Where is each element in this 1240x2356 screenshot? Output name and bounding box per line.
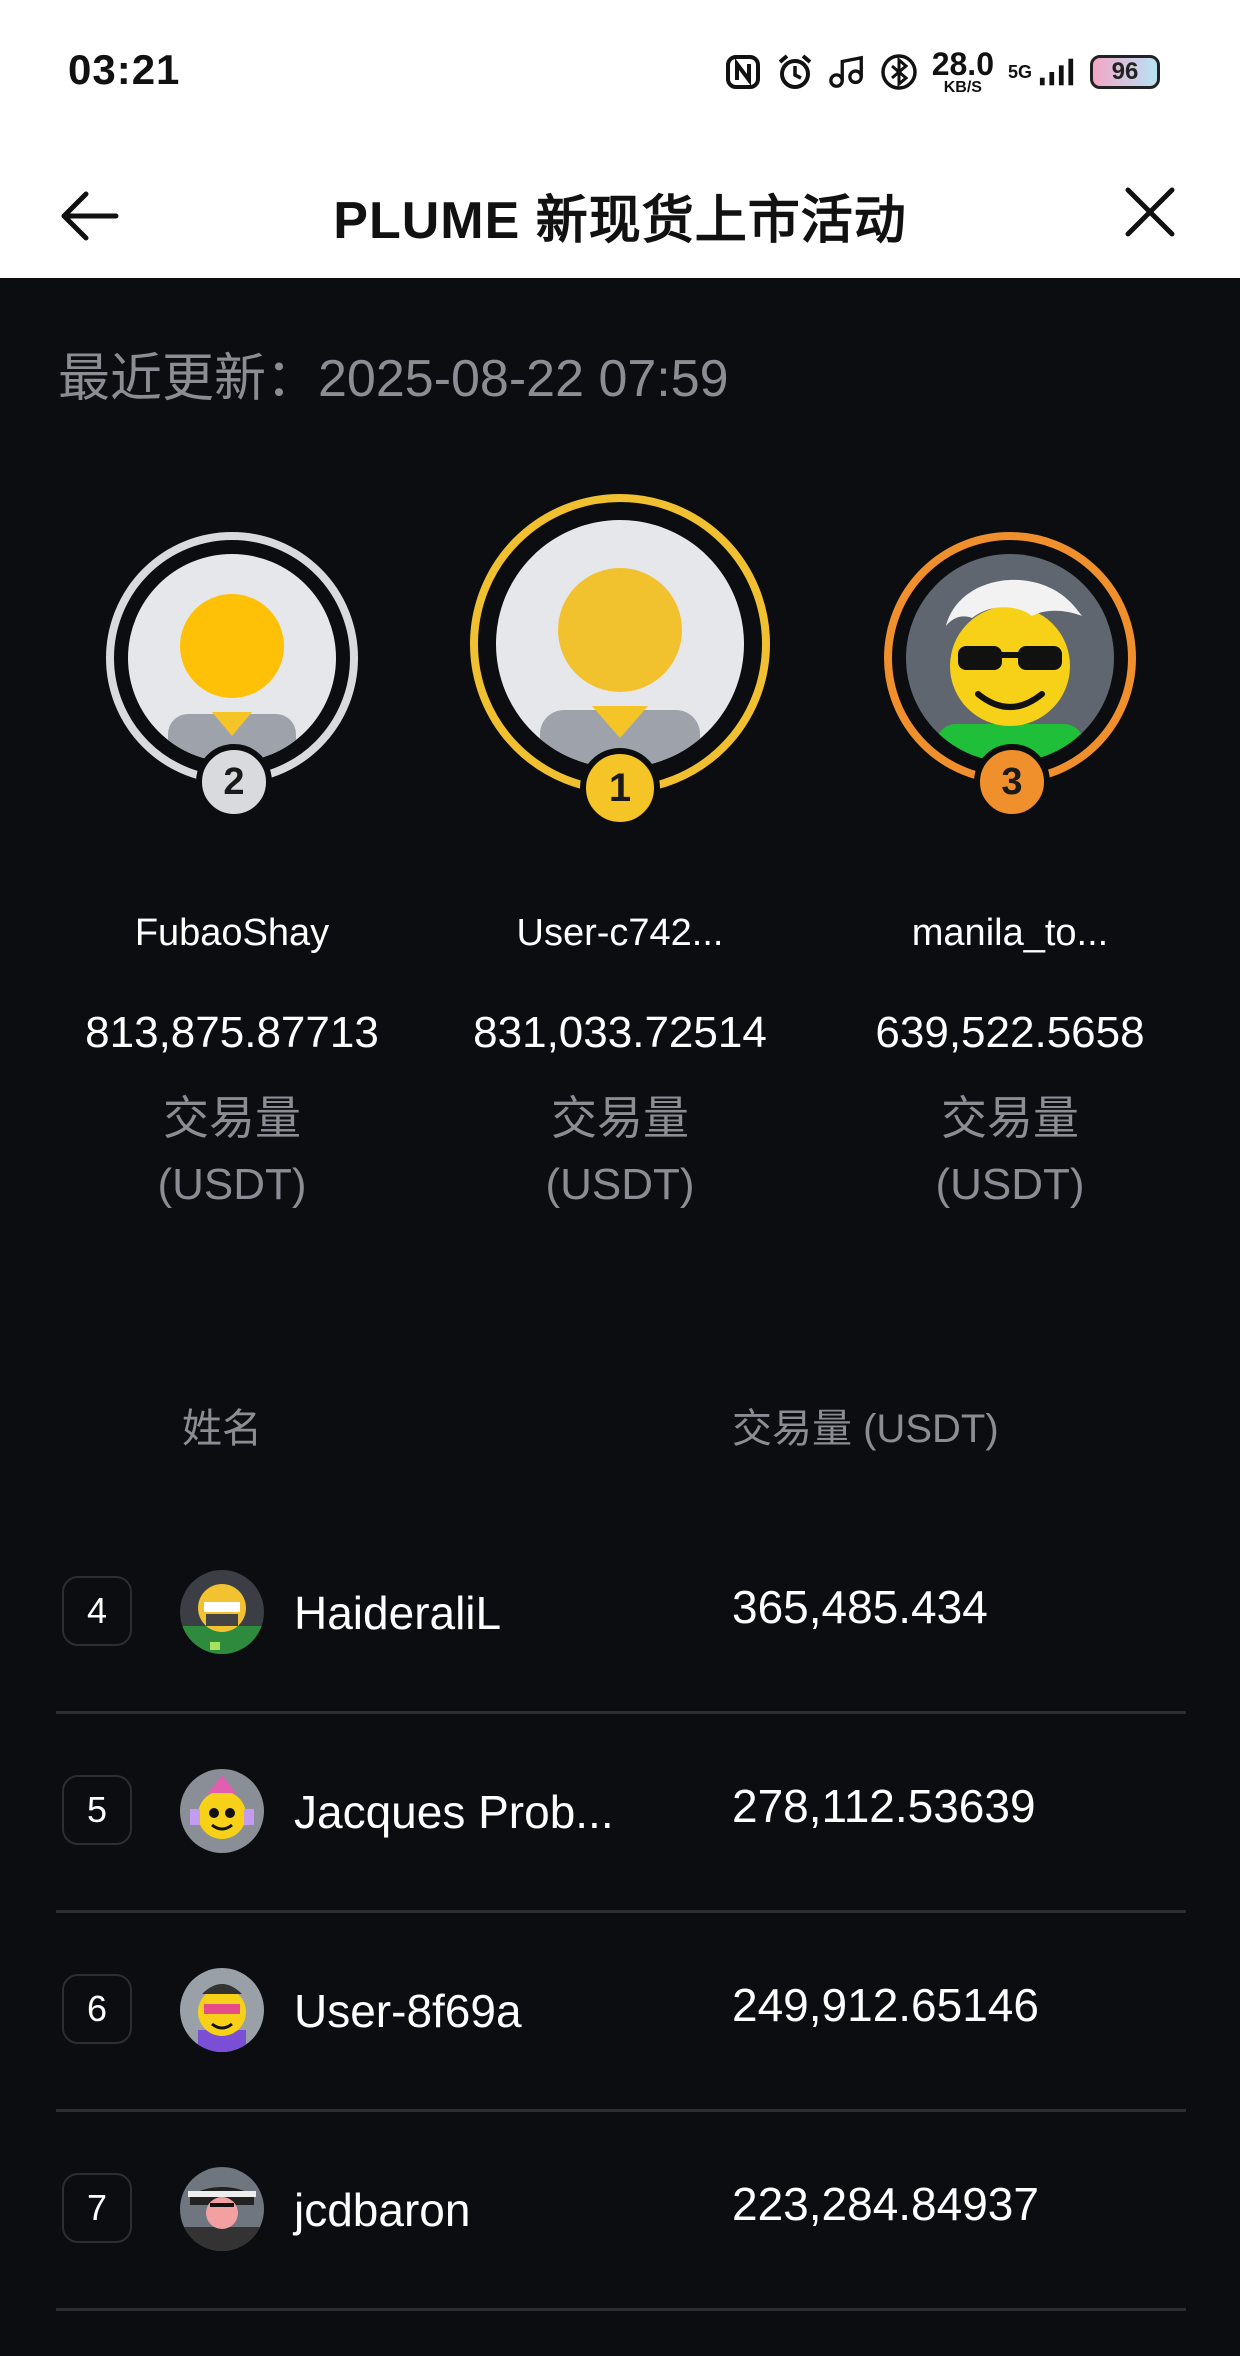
podium-volume: 813,875.87713 <box>85 1008 379 1057</box>
user-avatar <box>180 1769 264 1853</box>
rank-number: 4 <box>62 1576 132 1646</box>
podium-rank-1[interactable]: 1 User-c742... 831,033.72514 交易量 (USDT) <box>430 490 810 1220</box>
user-volume: 249,912.65146 <box>732 1979 1039 2031</box>
column-header-name: 姓名 <box>182 1407 262 1451</box>
user-name: HaideraliL <box>294 1587 502 1639</box>
user-avatar <box>180 2167 264 2251</box>
user-name: User-8f69a <box>294 1985 522 2037</box>
bluetooth-icon <box>880 53 918 91</box>
row-divider <box>56 2308 1186 2311</box>
user-avatar <box>180 1570 264 1654</box>
podium-volume-label: 交易量 <box>941 1092 1079 1144</box>
user-volume: 223,284.84937 <box>732 2178 1039 2230</box>
podium-volume: 831,033.72514 <box>473 1008 767 1057</box>
last-updated-time: 2025-08-22 07:59 <box>318 350 729 408</box>
user-name: jcdbaron <box>294 2184 471 2236</box>
page-title: PLUME 新现货上市活动 <box>333 192 907 250</box>
podium-rank-2[interactable]: 2 FubaoShay 813,875.87713 交易量 (USDT) <box>42 520 422 1220</box>
leaderboard-heading-partial <box>60 258 260 296</box>
nfc-icon <box>724 53 762 91</box>
podium-volume-label: 交易量 <box>163 1092 301 1144</box>
rank-badge: 2 <box>196 744 272 820</box>
table-row[interactable]: 4 HaideraliL 365,485.434 <box>56 1514 1186 1714</box>
net-speed: 28.0 KB/S <box>931 46 994 96</box>
column-header-volume: 交易量 (USDT) <box>732 1407 999 1451</box>
close-icon[interactable] <box>1118 180 1182 244</box>
rank-badge: 1 <box>580 748 660 828</box>
podium-volume: 639,522.5658 <box>875 1008 1145 1057</box>
rank-badge: 3 <box>974 744 1050 820</box>
rank-number: 7 <box>62 2173 132 2243</box>
battery-indicator: 96 <box>1090 55 1160 89</box>
rank-number: 5 <box>62 1775 132 1845</box>
podium-name: FubaoShay <box>134 912 330 954</box>
status-icons: 28.0 KB/S 5G 96 <box>724 48 1160 96</box>
last-updated-label: 最近更新： <box>58 350 319 408</box>
podium-volume-unit: (USDT) <box>935 1160 1085 1209</box>
default-avatar <box>496 520 744 768</box>
table-row[interactable]: 7 jcdbaron 223,284.84937 <box>56 2111 1186 2311</box>
table-row[interactable]: 5 Jacques Prob... 278,112.53639 <box>56 1713 1186 1913</box>
user-avatar <box>180 1968 264 2052</box>
status-bar: 03:21 28.0 KB/S 5G 96 <box>0 0 1240 148</box>
podium-name: User-c742... <box>516 912 724 954</box>
table-row[interactable]: 6 User-8f69a 249,912.65146 <box>56 1912 1186 2112</box>
status-time: 03:21 <box>68 46 181 93</box>
last-updated: 最近更新：2025-08-22 07:59 <box>58 336 729 411</box>
network-type: 5G <box>1007 61 1032 82</box>
alarm-icon <box>776 53 814 91</box>
user-volume: 278,112.53639 <box>732 1780 1036 1832</box>
signal-icon <box>1038 53 1076 91</box>
music-icon <box>828 53 866 91</box>
user-name: Jacques Prob... <box>294 1786 614 1838</box>
podium-volume-unit: (USDT) <box>157 1160 307 1209</box>
podium-name: manila_to... <box>911 912 1109 954</box>
podium-volume-label: 交易量 <box>551 1092 689 1144</box>
crypto-smiley-avatar <box>906 554 1114 762</box>
podium-volume-unit: (USDT) <box>545 1160 695 1209</box>
user-volume: 365,485.434 <box>732 1581 988 1633</box>
podium-rank-3[interactable]: 3 manila_to... 639,522.5658 交易量 (USDT) <box>820 520 1200 1220</box>
default-avatar <box>128 554 336 762</box>
rank-number: 6 <box>62 1974 132 2044</box>
